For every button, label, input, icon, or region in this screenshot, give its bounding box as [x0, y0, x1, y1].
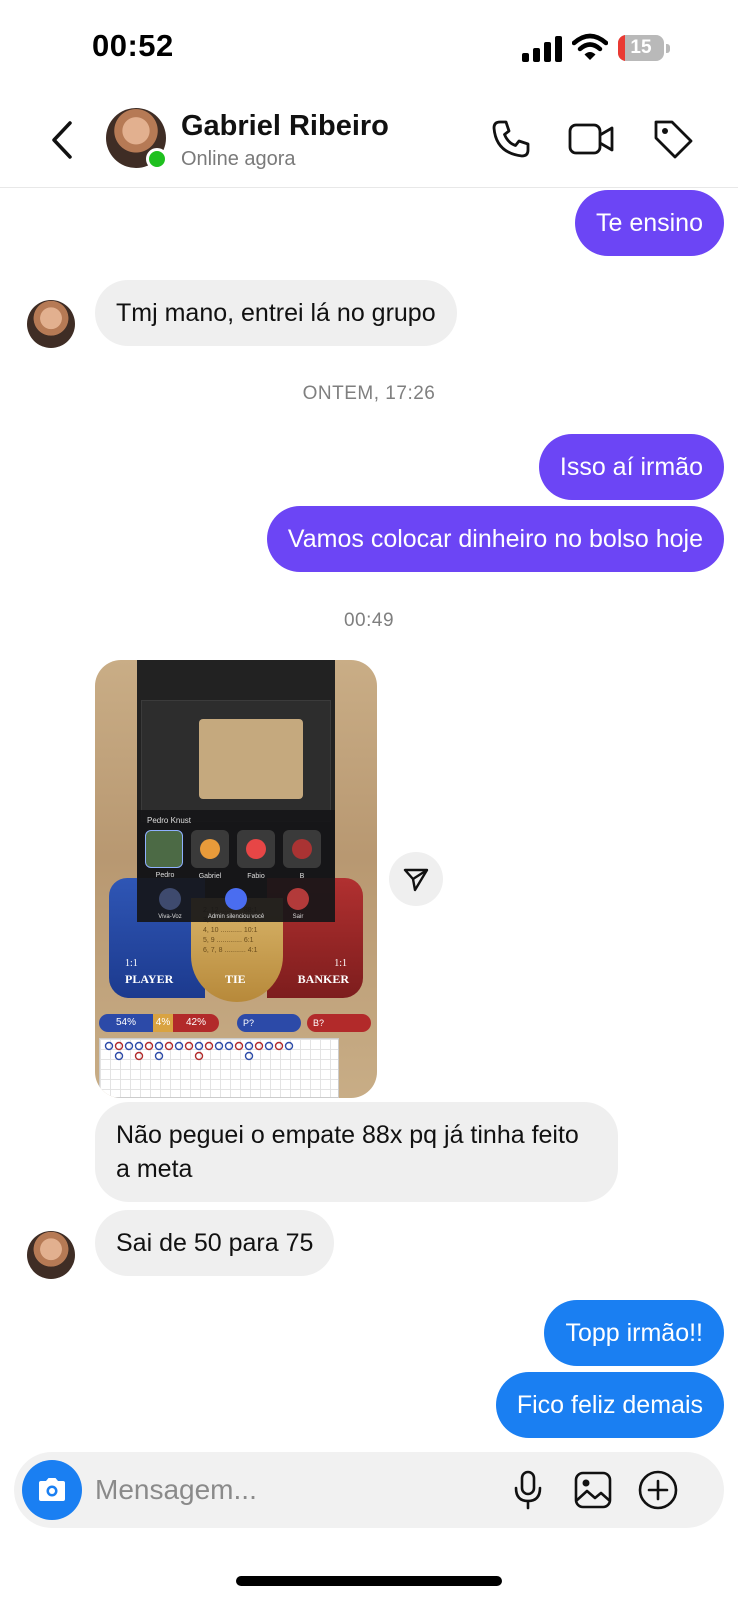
- tag-button[interactable]: [648, 114, 698, 164]
- back-chevron-icon: [52, 121, 72, 159]
- voice-message-button[interactable]: [504, 1466, 552, 1514]
- status-bar: 00:52 15: [0, 0, 738, 96]
- home-indicator: [236, 1576, 502, 1586]
- video-camera-icon: [568, 123, 614, 155]
- image-icon: [574, 1471, 612, 1509]
- camera-icon: [39, 1478, 65, 1501]
- message-sent[interactable]: Te ensino: [574, 190, 724, 256]
- chat-header: Gabriel Ribeiro Online agora: [0, 96, 738, 188]
- participant-tile: Pedro: [145, 830, 183, 879]
- mute-control: Admin silenciou você: [208, 888, 264, 920]
- cellular-signal-icon: [522, 36, 562, 62]
- more-options-button[interactable]: [634, 1466, 682, 1514]
- online-status-dot: [146, 148, 168, 170]
- message-input[interactable]: [95, 1470, 495, 1510]
- back-button[interactable]: [42, 116, 82, 164]
- camera-button[interactable]: [22, 1460, 82, 1520]
- contact-name[interactable]: Gabriel Ribeiro: [181, 110, 389, 143]
- battery-percent: 15: [630, 37, 652, 58]
- stats-bar: 54% 4% 42% P? B?: [99, 1014, 373, 1032]
- share-button[interactable]: [389, 852, 443, 906]
- tie-label: TIE: [225, 972, 246, 986]
- leave-control: Sair: [287, 888, 309, 920]
- video-call-button[interactable]: [566, 114, 616, 164]
- participant-tile: Fabio: [237, 830, 275, 880]
- message-sent[interactable]: Isso aí irmão: [538, 434, 724, 500]
- message-composer: [14, 1452, 724, 1528]
- message-sent[interactable]: Fico feliz demais: [495, 1372, 724, 1438]
- microphone-icon: [514, 1470, 542, 1510]
- battery-icon: 15: [618, 35, 670, 61]
- participant-tile: Gabriel: [191, 830, 229, 880]
- bead-road: [99, 1038, 339, 1098]
- status-time: 00:52: [92, 28, 174, 63]
- banker-label: BANKER: [297, 972, 349, 986]
- speaker-control: Viva-Voz: [158, 888, 182, 920]
- wifi-icon: [572, 33, 608, 60]
- player-odds: 1:1: [125, 958, 138, 969]
- phone-icon: [492, 120, 530, 158]
- player-label: PLAYER: [125, 972, 174, 986]
- shared-image-laptop: [141, 700, 331, 822]
- message-received[interactable]: Sai de 50 para 75: [95, 1210, 335, 1276]
- caller-name: Pedro Knust: [147, 816, 192, 825]
- voice-call-button[interactable]: [486, 114, 536, 164]
- message-received[interactable]: Tmj mano, entrei lá no grupo: [95, 280, 457, 346]
- call-panel: Pedro Knust Pedro Gabriel Fabio B Viva-V…: [137, 810, 335, 922]
- message-received[interactable]: Não peguei o empate 88x pq já tinha feit…: [95, 1102, 618, 1202]
- contact-status: Online agora: [181, 148, 296, 170]
- paper-plane-icon: [403, 868, 429, 892]
- plus-circle-icon: [638, 1470, 678, 1510]
- sender-avatar[interactable]: [27, 1231, 75, 1279]
- sender-avatar[interactable]: [27, 300, 75, 348]
- tag-icon: [654, 120, 693, 159]
- timestamp: ONTEM, 17:26: [302, 383, 436, 404]
- gallery-button[interactable]: [569, 1466, 617, 1514]
- banker-odds: 1:1: [334, 958, 347, 969]
- timestamp: 00:49: [343, 610, 395, 631]
- participant-tile: B: [283, 830, 321, 880]
- message-sent[interactable]: Vamos colocar dinheiro no bolso hoje: [266, 506, 724, 572]
- shared-image-message[interactable]: 1:1 PLAYER 1:1 BANKER 2, 12 ........... …: [95, 660, 377, 1098]
- message-sent[interactable]: Topp irmão!!: [544, 1300, 724, 1366]
